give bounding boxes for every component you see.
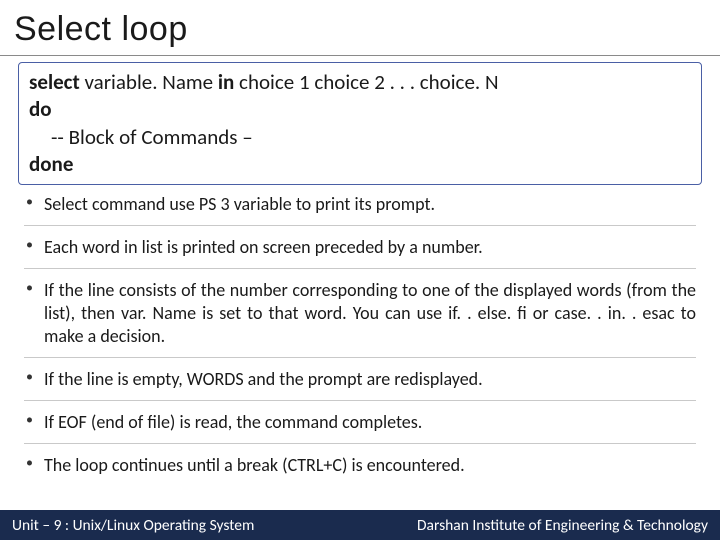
slide-title: Select loop (0, 0, 720, 56)
bullet-list: Select command use PS 3 variable to prin… (0, 193, 720, 486)
list-item: The loop continues until a break (CTRL+C… (24, 454, 696, 486)
code-body: -- Block of Commands – (29, 124, 691, 151)
list-item: Select command use PS 3 variable to prin… (24, 193, 696, 226)
keyword-do: do (29, 96, 691, 123)
list-item: Each word in list is printed on screen p… (24, 236, 696, 269)
keyword-in: in (218, 69, 234, 95)
keyword-select: select (29, 69, 80, 95)
footer-right: Darshan Institute of Engineering & Techn… (417, 516, 708, 535)
list-item: If EOF (end of file) is read, the comman… (24, 411, 696, 444)
list-item: If the line is empty, WORDS and the prom… (24, 368, 696, 401)
code-text: choice 1 choice 2 . . . choice. N (234, 69, 498, 95)
list-item: If the line consists of the number corre… (24, 279, 696, 358)
syntax-box: select variable. Name in choice 1 choice… (18, 62, 702, 185)
slide-footer: Unit – 9 : Unix/Linux Operating System D… (0, 510, 720, 540)
keyword-done: done (29, 151, 691, 178)
code-text: variable. Name (80, 69, 218, 95)
footer-left: Unit – 9 : Unix/Linux Operating System (12, 516, 254, 535)
code-line-1: select variable. Name in choice 1 choice… (29, 69, 691, 96)
